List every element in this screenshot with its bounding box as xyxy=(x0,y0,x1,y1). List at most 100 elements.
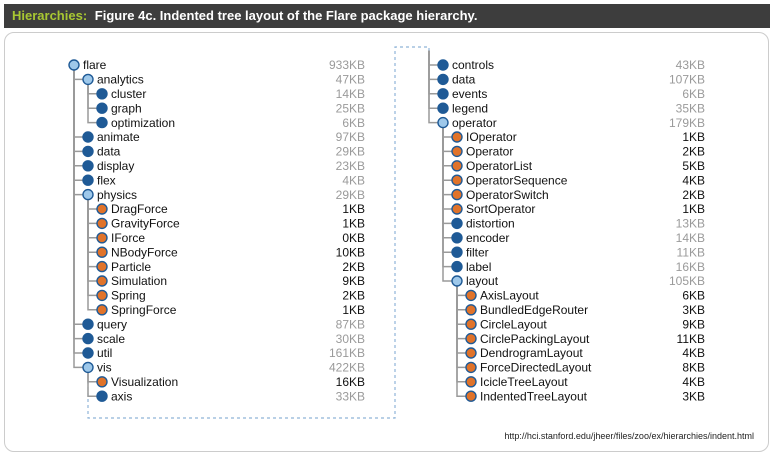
tree-node-dot xyxy=(82,145,94,158)
tree-node-label: display xyxy=(97,159,134,173)
tree-node-dot xyxy=(96,304,108,316)
tree-node-label: controls xyxy=(452,58,494,72)
tree-node-dot xyxy=(437,88,449,100)
tree-node-size: 30KB xyxy=(336,332,365,346)
tree-node-dot xyxy=(82,73,94,86)
tree-node-dot xyxy=(437,59,449,71)
tree-node-size: 6KB xyxy=(682,87,705,101)
tree-node-size: 1KB xyxy=(682,130,705,144)
tree-node-label: IOperator xyxy=(466,130,517,144)
tree-node-dot xyxy=(82,174,94,186)
tree-node-size: 47KB xyxy=(336,73,365,87)
tree-node-size: 14KB xyxy=(336,87,365,101)
tree-node-dot xyxy=(465,390,477,402)
tree-node-dot xyxy=(82,318,94,330)
tree-node-label: distortion xyxy=(466,217,515,231)
tree-node-size: 29KB xyxy=(336,188,365,202)
tree-node-label: Simulation xyxy=(111,274,167,288)
tree-node-dot xyxy=(96,260,108,273)
tree-node-label: encoder xyxy=(466,231,509,245)
tree-node-size: 6KB xyxy=(342,116,365,130)
tree-node-dot xyxy=(96,88,108,100)
tree-node-size: 1KB xyxy=(342,303,365,317)
tree-node-size: 16KB xyxy=(336,375,365,389)
tree-node-dot xyxy=(437,116,449,129)
figure-header: Hierarchies: Figure 4c. Indented tree la… xyxy=(4,4,770,28)
tree-node-size: 107KB xyxy=(669,73,705,87)
tree-node-label: NBodyForce xyxy=(111,245,178,259)
tree-node-size: 13KB xyxy=(676,217,705,231)
tree-node-label: SpringForce xyxy=(111,303,177,317)
tree-node-label: physics xyxy=(97,188,137,202)
tree-node-label: CircleLayout xyxy=(480,317,547,331)
tree-node-size: 43KB xyxy=(676,58,705,72)
tree-node-label: events xyxy=(452,87,487,101)
tree-link xyxy=(428,50,443,95)
tree-node-label: Particle xyxy=(111,260,151,274)
tree-node-size: 3KB xyxy=(682,303,705,317)
tree-node-label: GravityForce xyxy=(111,217,180,231)
tree-node-dot xyxy=(465,318,477,330)
tree-node-label: OperatorSwitch xyxy=(466,188,549,202)
tree-node-size: 23KB xyxy=(336,159,365,173)
tree-node-label: Visualization xyxy=(111,375,178,389)
figure-panel: flare 933KB analytics 47KB cluster 14KB graph 2… xyxy=(4,32,769,452)
tree-node-label: flare xyxy=(83,58,107,72)
tree-node-size: 0KB xyxy=(342,231,365,245)
tree-node-label: analytics xyxy=(97,73,144,87)
tree-node-dot xyxy=(451,260,463,273)
tree-link xyxy=(73,65,88,340)
tree-node-label: label xyxy=(466,260,491,274)
tree-node-dot xyxy=(96,102,108,114)
tree-node-label: optimization xyxy=(111,116,175,130)
tree-node-dot xyxy=(465,376,477,388)
tree-node-size: 422KB xyxy=(329,361,365,375)
tree-node-size: 1KB xyxy=(342,202,365,216)
tree-node-dot xyxy=(96,390,108,402)
tree-node-dot xyxy=(451,217,463,230)
tree-node-dot xyxy=(96,289,108,302)
tree-node-size: 2KB xyxy=(682,145,705,159)
tree-node-label: OperatorSequence xyxy=(466,173,568,187)
tree-node-size: 4KB xyxy=(682,173,705,187)
tree-node-label: ForceDirectedLayout xyxy=(480,361,592,375)
tree-node-size: 4KB xyxy=(342,173,365,187)
tree-node-size: 8KB xyxy=(682,361,705,375)
tree-node-size: 11KB xyxy=(677,332,705,346)
tree-node-dot xyxy=(82,131,94,143)
tree-node-dot xyxy=(96,116,108,129)
tree-node-dot xyxy=(451,174,463,186)
tree-node-size: 179KB xyxy=(669,116,705,130)
tree-node-label: scale xyxy=(97,332,125,346)
tree-node-label: AxisLayout xyxy=(480,289,539,303)
tree-node-dot xyxy=(96,376,108,388)
tree-node-label: IcicleTreeLayout xyxy=(480,375,568,389)
tree-node-label: graph xyxy=(111,101,142,115)
tree-link xyxy=(73,65,88,354)
tree-node-dot xyxy=(96,203,108,215)
tree-node-dot xyxy=(96,275,108,287)
tree-node-size: 1KB xyxy=(342,217,365,231)
tree-node-dot xyxy=(96,232,108,244)
source-url: http://hci.stanford.edu/jheer/files/zoo/… xyxy=(504,431,754,441)
tree-node-label: vis xyxy=(97,361,112,375)
tree-node-dot xyxy=(465,304,477,316)
tree-node-size: 2KB xyxy=(682,188,705,202)
tree-node-size: 87KB xyxy=(336,317,365,331)
tree-node-dot xyxy=(96,246,108,258)
tree-node-dot xyxy=(82,332,94,345)
tree-node-size: 9KB xyxy=(342,274,365,288)
tree-node-size: 14KB xyxy=(676,231,705,245)
tree-node-label: filter xyxy=(466,245,489,259)
tree-node-dot xyxy=(82,361,94,374)
tree-node-size: 161KB xyxy=(329,346,365,360)
tree-node-label: data xyxy=(97,145,121,159)
tree-node-size: 29KB xyxy=(336,145,365,159)
tree-node-size: 35KB xyxy=(676,101,705,115)
tree-node-size: 933KB xyxy=(329,58,365,72)
tree-node-size: 4KB xyxy=(682,346,705,360)
tree-node-label: operator xyxy=(452,116,497,130)
tree-node-dot xyxy=(96,217,108,230)
tree-node-label: IndentedTreeLayout xyxy=(480,389,588,403)
tree-node-label: OperatorList xyxy=(466,159,533,173)
